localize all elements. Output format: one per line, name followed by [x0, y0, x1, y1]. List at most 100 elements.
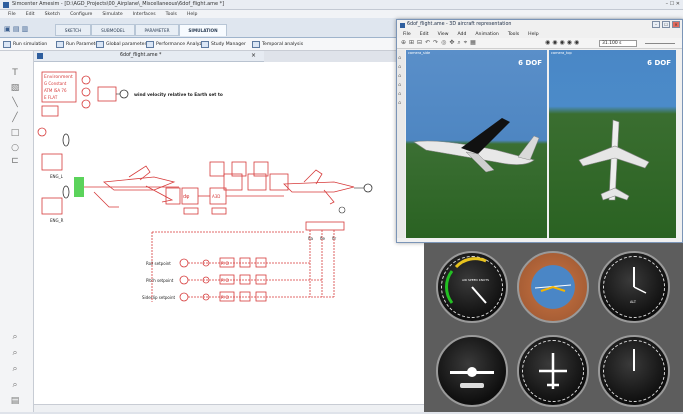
setpoint-sideslip[interactable]: Sideslip setpoint PI D [142, 291, 334, 302]
connector-tool-icon[interactable]: ⊏ [9, 155, 21, 167]
title-bar: Simcenter Amesim - [D:\AGD_Projects\00_A… [0, 0, 683, 10]
zoom-fit-icon[interactable]: ⌕ [9, 363, 21, 375]
menu-file[interactable]: File [8, 12, 16, 17]
viewer-menu-tools[interactable]: Tools [508, 32, 519, 37]
viewer-title: 6dof_flight.ame - 3D aircraft representa… [407, 22, 512, 27]
viewer-menu-view[interactable]: View [438, 32, 449, 37]
environment-block[interactable]: Environment G Constant ATM ISA 76 E FLAT [41, 71, 77, 117]
layers-icon[interactable]: ▤ [9, 395, 21, 407]
viewer-tool-icons[interactable]: ⊕⊞⊟↶↷◎✥⌕⌖▦ [401, 39, 479, 47]
tab-simulation[interactable]: SIMULATION [179, 24, 227, 36]
zoom-out-icon[interactable]: ⌕ [9, 347, 21, 359]
model-diagram: Environment G Constant ATM ISA 76 E FLAT… [37, 71, 373, 302]
viewer-side-icons[interactable]: ⌂ ⌂ ⌂ ⌂ ⌂ ⌂ [398, 54, 401, 108]
surface-outputs[interactable]: δa δe δr [305, 221, 345, 297]
env-row-atm: ATM ISA 76 [44, 88, 67, 93]
viewer-menu-edit[interactable]: Edit [420, 32, 429, 37]
global-parameters-button[interactable]: Global parameters [96, 40, 149, 49]
attitude-indicator [517, 251, 589, 323]
airspeed-label: AIR SPEED KNOTS [462, 278, 489, 282]
menu-simulate[interactable]: Simulate [102, 12, 122, 17]
aircraft-body-block[interactable] [74, 165, 179, 208]
ellipse-tool-icon[interactable]: ○ [9, 142, 21, 154]
rectangle-tool-icon[interactable]: □ [9, 127, 21, 139]
engine-right[interactable]: ENG_R [41, 185, 70, 223]
menu-help[interactable]: Help [187, 12, 197, 17]
env-row-g: G Constant [44, 81, 67, 86]
study-icon [201, 41, 209, 48]
tab-parameter[interactable]: PARAMETER [135, 24, 179, 36]
maximize-icon[interactable]: ☐ [662, 21, 670, 28]
close-icon[interactable]: × [251, 52, 256, 59]
3d-viewer-window[interactable]: 6dof_flight.ame - 3D aircraft representa… [396, 19, 683, 243]
playback-icons[interactable]: ◉◉◉◉◉ [545, 39, 581, 46]
study-manager-button[interactable]: Study Manager [201, 40, 246, 49]
menu-edit[interactable]: Edit [26, 12, 35, 17]
clock-icon [252, 41, 260, 48]
parameters-icon [56, 41, 64, 48]
viewer-window-controls[interactable]: – ☐ ✕ [652, 21, 680, 28]
menu-tools[interactable]: Tools [166, 12, 177, 17]
window-controls[interactable]: – ☐ ✕ [666, 1, 680, 7]
viewer-menu-help[interactable]: Help [528, 32, 538, 37]
viewport-top[interactable]: camera_top 6 DOF [549, 50, 676, 238]
minimize-icon[interactable]: – [652, 21, 660, 28]
time-slider[interactable] [645, 43, 675, 44]
menu-configure[interactable]: Configure [70, 12, 92, 17]
play-icon [3, 41, 11, 48]
env-title: Environment [44, 74, 73, 80]
sketch-canvas[interactable]: Environment G Constant ATM ISA 76 E FLAT… [34, 62, 424, 412]
viewer-menu-file[interactable]: File [403, 32, 411, 37]
left-toolbar: T ▧ ╲ ╱ □ ○ ⊏ ⌕ ⌕ ⌕ ⌕ ▤ [0, 51, 34, 412]
setpoint-roll[interactable]: Roll setpoint PI D [146, 257, 310, 268]
viewport-side[interactable]: camera_side 6 DOF [406, 50, 547, 238]
svg-text:Sideslip setpoint: Sideslip setpoint [142, 295, 176, 300]
viewer-menu-animation[interactable]: Animation [475, 32, 498, 37]
line-tool-icon[interactable]: ╲ [9, 97, 21, 109]
altimeter-label: ALT [630, 300, 637, 304]
time-field[interactable]: 31.100 s [599, 40, 637, 47]
zoom-area-icon[interactable]: ⌕ [9, 379, 21, 391]
quick-access-icons[interactable]: ▣ ▤ ▥ [4, 25, 28, 33]
svg-text:Roll setpoint: Roll setpoint [146, 261, 171, 266]
wind-label: wind velocity relative to Earth set to [134, 92, 223, 98]
menu-interfaces[interactable]: Interfaces [133, 12, 156, 17]
surface-elevator: δe [320, 236, 325, 241]
controller-label: A3D [212, 194, 220, 199]
horizontal-scrollbar[interactable] [34, 404, 424, 412]
polyline-tool-icon[interactable]: ╱ [9, 112, 21, 124]
text-tool-icon[interactable]: T [9, 67, 21, 79]
dof-block[interactable]: dφ A3D [165, 187, 227, 215]
temporal-analysis-button[interactable]: Temporal analysis [252, 40, 303, 49]
altimeter-gauge: ALT [598, 251, 670, 323]
menu-sketch[interactable]: Sketch [45, 12, 60, 17]
svg-text:PI D: PI D [221, 295, 229, 300]
model-icon [37, 53, 43, 59]
engine-right-label: ENG_R [50, 218, 64, 223]
aircraft-side-view [413, 118, 540, 173]
dynamics-chain[interactable] [198, 161, 289, 197]
viewer-toolbar: ⊕⊞⊟↶↷◎✥⌕⌖▦ ◉◉◉◉◉ 31.100 s [397, 38, 682, 49]
viewer-icon [400, 23, 405, 28]
tab-sketch[interactable]: SKETCH [55, 24, 91, 36]
turn-coordinator-gauge [436, 335, 508, 407]
close-icon[interactable]: ✕ [672, 21, 680, 28]
tab-submodel[interactable]: SUBMODEL [91, 24, 135, 36]
aircraft-top-view [578, 119, 650, 201]
svg-text:dφ: dφ [183, 194, 190, 200]
wind-blocks[interactable]: wind velocity relative to Earth set to [81, 75, 223, 109]
run-simulation-button[interactable]: Run simulation [3, 40, 47, 49]
output-aircraft-block[interactable] [283, 169, 373, 214]
setpoint-pitch[interactable]: Pitch setpoint PI D [146, 274, 322, 285]
window-title: Simcenter Amesim - [D:\AGD_Projects\00_A… [12, 1, 225, 7]
document-tab[interactable]: 6dof_flight.ame * × [34, 51, 264, 62]
image-tool-icon[interactable]: ▧ [9, 82, 21, 94]
svg-text:PI D: PI D [221, 278, 229, 283]
performance-analyzer-button[interactable]: Performance Analyzer [146, 40, 207, 49]
zoom-in-icon[interactable]: ⌕ [9, 331, 21, 343]
surface-aileron: δa [308, 236, 313, 241]
chart-icon [146, 41, 154, 48]
engine-left[interactable]: ENG_L [37, 127, 70, 179]
engine-left-label: ENG_L [50, 174, 64, 179]
viewer-menu-add[interactable]: Add [458, 32, 467, 37]
